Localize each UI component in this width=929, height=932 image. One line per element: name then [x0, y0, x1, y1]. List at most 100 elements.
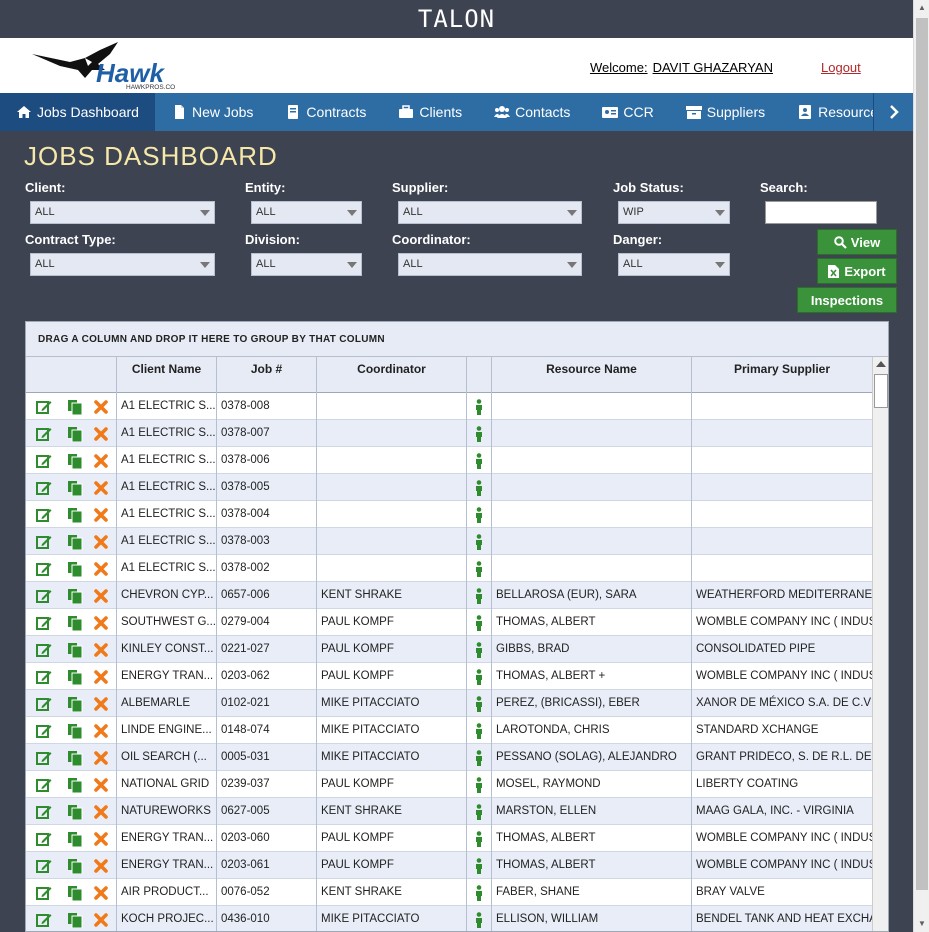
client-filter-select[interactable]: ALL — [30, 201, 215, 224]
table-row[interactable]: SOUTHWEST G... 0279-004 PAUL KOMPF THOMAS, … — [26, 609, 872, 636]
person-icon[interactable] — [475, 615, 483, 636]
edit-icon[interactable] — [36, 561, 52, 577]
edit-icon[interactable] — [36, 642, 52, 658]
table-row[interactable]: A1 ELECTRIC S... 0378-006 — [26, 447, 872, 474]
table-row[interactable]: OIL SEARCH (... 0005-031 MIKE PITACCIATO PE… — [26, 744, 872, 771]
edit-icon[interactable] — [36, 885, 52, 901]
person-icon[interactable] — [475, 426, 483, 447]
delete-icon[interactable] — [93, 777, 109, 793]
person-icon[interactable] — [475, 669, 483, 690]
edit-icon[interactable] — [36, 912, 52, 928]
window-scrollbar[interactable]: ▲ ▼ — [913, 0, 929, 932]
logout-link[interactable]: Logout — [821, 60, 861, 75]
delete-icon[interactable] — [93, 858, 109, 874]
division-filter-select[interactable]: ALL — [251, 253, 362, 276]
scroll-down-arrow-icon[interactable]: ▼ — [914, 916, 929, 932]
edit-icon[interactable] — [36, 453, 52, 469]
copy-icon[interactable] — [67, 777, 83, 794]
column-header-resource-name[interactable]: Resource Name — [492, 357, 692, 393]
delete-icon[interactable] — [93, 804, 109, 820]
delete-icon[interactable] — [93, 561, 109, 577]
person-icon[interactable] — [475, 507, 483, 528]
edit-icon[interactable] — [36, 534, 52, 550]
delete-icon[interactable] — [93, 399, 109, 415]
window-scroll-thumb[interactable] — [916, 18, 928, 890]
person-icon[interactable] — [475, 561, 483, 582]
edit-icon[interactable] — [36, 831, 52, 847]
edit-icon[interactable] — [36, 588, 52, 604]
copy-icon[interactable] — [67, 858, 83, 875]
table-row[interactable]: LINDE ENGINE... 0148-074 MIKE PITACCIATO LA… — [26, 717, 872, 744]
delete-icon[interactable] — [93, 750, 109, 766]
delete-icon[interactable] — [93, 426, 109, 442]
edit-icon[interactable] — [36, 615, 52, 631]
hawk-logo[interactable]: Hawk HAWKPROS.COM — [30, 40, 181, 91]
table-row[interactable]: CHEVRON CYP... 0657-006 KENT SHRAKE BELLARO… — [26, 582, 872, 609]
delete-icon[interactable] — [93, 588, 109, 604]
person-icon[interactable] — [475, 912, 483, 931]
copy-icon[interactable] — [67, 723, 83, 740]
copy-icon[interactable] — [67, 696, 83, 713]
table-row[interactable]: A1 ELECTRIC S... 0378-008 — [26, 393, 872, 420]
nav-jobs-dashboard[interactable]: Jobs Dashboard — [0, 93, 155, 131]
delete-icon[interactable] — [93, 507, 109, 523]
column-header-client-name[interactable]: Client Name — [117, 357, 217, 393]
copy-icon[interactable] — [67, 669, 83, 686]
group-drop-zone[interactable]: DRAG A COLUMN AND DROP IT HERE TO GROUP … — [26, 322, 888, 357]
nav-next-chevron-icon[interactable] — [873, 93, 913, 131]
table-row[interactable]: NATUREWORKS 0627-005 KENT SHRAKE MARSTON, E… — [26, 798, 872, 825]
table-row[interactable]: A1 ELECTRIC S... 0378-007 — [26, 420, 872, 447]
edit-icon[interactable] — [36, 399, 52, 415]
person-icon[interactable] — [475, 642, 483, 663]
grid-scrollbar[interactable] — [872, 357, 888, 931]
person-icon[interactable] — [475, 723, 483, 744]
edit-icon[interactable] — [36, 723, 52, 739]
edit-icon[interactable] — [36, 696, 52, 712]
copy-icon[interactable] — [67, 534, 83, 551]
copy-icon[interactable] — [67, 426, 83, 443]
copy-icon[interactable] — [67, 399, 83, 416]
delete-icon[interactable] — [93, 669, 109, 685]
person-icon[interactable] — [475, 777, 483, 798]
edit-icon[interactable] — [36, 669, 52, 685]
delete-icon[interactable] — [93, 723, 109, 739]
edit-icon[interactable] — [36, 507, 52, 523]
nav-suppliers[interactable]: Suppliers — [670, 93, 781, 131]
export-button[interactable]: Export — [817, 258, 897, 284]
copy-icon[interactable] — [67, 642, 83, 659]
table-row[interactable]: ENERGY TRAN... 0203-060 PAUL KOMPF THOMAS, … — [26, 825, 872, 852]
grid-scroll-thumb[interactable] — [874, 374, 888, 408]
delete-icon[interactable] — [93, 885, 109, 901]
table-row[interactable]: KOCH PROJEC... 0436-010 MIKE PITACCIATO ELL… — [26, 906, 872, 931]
table-row[interactable]: A1 ELECTRIC S... 0378-002 — [26, 555, 872, 582]
delete-icon[interactable] — [93, 642, 109, 658]
welcome-user-link[interactable]: Welcome: DAVIT GHAZARYAN — [590, 60, 773, 75]
person-icon[interactable] — [475, 399, 483, 420]
copy-icon[interactable] — [67, 561, 83, 578]
column-header-coordinator[interactable]: Coordinator — [317, 357, 467, 393]
copy-icon[interactable] — [67, 885, 83, 902]
person-icon[interactable] — [475, 696, 483, 717]
copy-icon[interactable] — [67, 588, 83, 605]
inspections-button[interactable]: Inspections — [797, 287, 897, 313]
edit-icon[interactable] — [36, 804, 52, 820]
copy-icon[interactable] — [67, 507, 83, 524]
person-icon[interactable] — [475, 750, 483, 771]
job-status-filter-select[interactable]: WIP — [618, 201, 730, 224]
delete-icon[interactable] — [93, 615, 109, 631]
copy-icon[interactable] — [67, 831, 83, 848]
edit-icon[interactable] — [36, 858, 52, 874]
person-icon[interactable] — [475, 453, 483, 474]
table-row[interactable]: KINLEY CONST... 0221-027 PAUL KOMPF GIBBS, … — [26, 636, 872, 663]
edit-icon[interactable] — [36, 480, 52, 496]
delete-icon[interactable] — [93, 831, 109, 847]
person-icon[interactable] — [475, 831, 483, 852]
entity-filter-select[interactable]: ALL — [251, 201, 362, 224]
table-row[interactable]: A1 ELECTRIC S... 0378-003 — [26, 528, 872, 555]
copy-icon[interactable] — [67, 912, 83, 929]
supplier-filter-select[interactable]: ALL — [398, 201, 582, 224]
copy-icon[interactable] — [67, 804, 83, 821]
table-row[interactable]: ENERGY TRAN... 0203-061 PAUL KOMPF THOMAS, … — [26, 852, 872, 879]
person-icon[interactable] — [475, 534, 483, 555]
delete-icon[interactable] — [93, 912, 109, 928]
